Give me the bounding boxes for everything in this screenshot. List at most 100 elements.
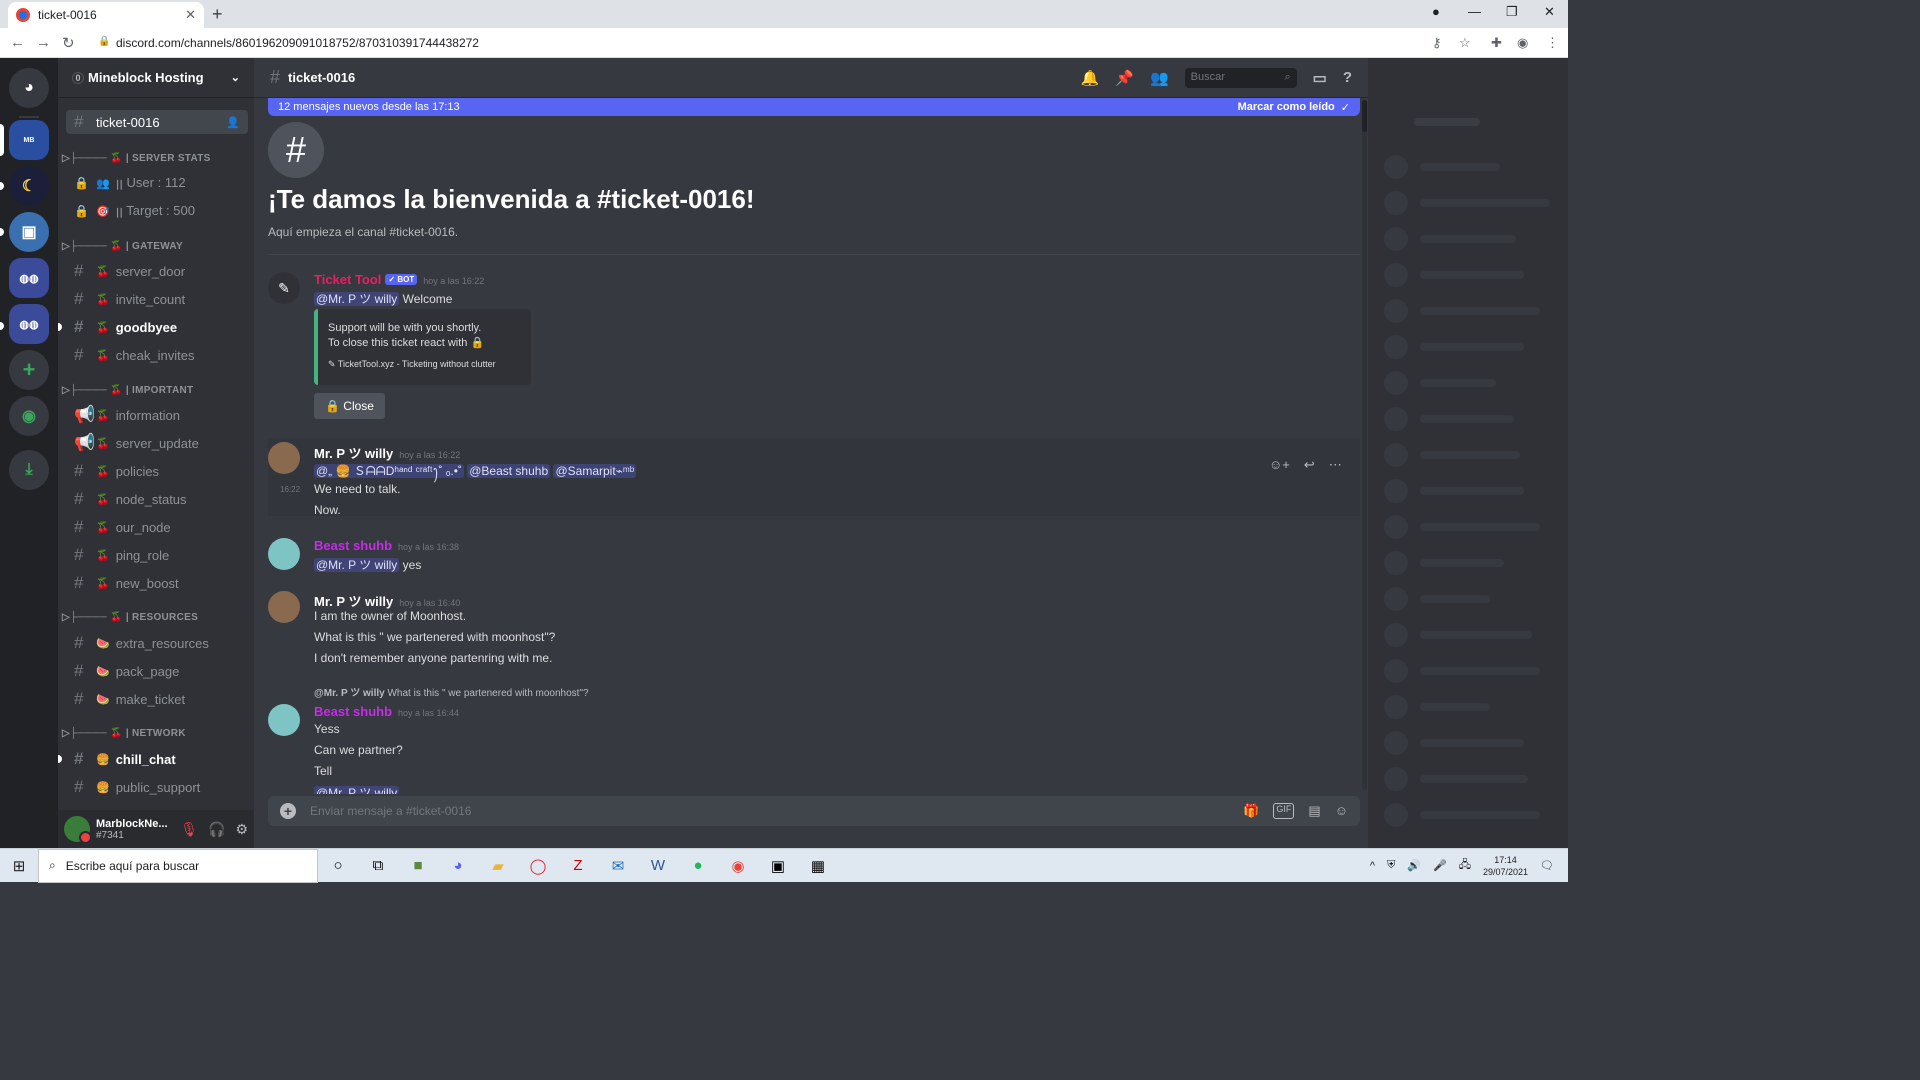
reply-preview[interactable]: @Mr. P ツ willy What is this " we partene… [314, 684, 589, 699]
scrollbar-thumb[interactable] [1362, 100, 1367, 132]
message-author[interactable]: Mr. P ツ willy hoy a las 16:40 [314, 591, 460, 610]
channel-item[interactable]: # 🍒 invite_count [66, 287, 248, 311]
explore-servers-icon[interactable]: ◉ [9, 396, 49, 436]
channel-item[interactable]: # 🍉 extra_resources [66, 631, 248, 655]
bell-icon[interactable]: 🔔 [1081, 69, 1100, 87]
channel-item[interactable]: # 🍉 pack_page [66, 659, 248, 683]
word-icon[interactable]: W [638, 849, 678, 883]
user-mention[interactable]: @Mr. P ツ willy [314, 786, 400, 794]
forward-icon[interactable]: → [36, 34, 51, 51]
reply-icon[interactable]: ↩ [1304, 457, 1315, 473]
server-icon-cube[interactable]: ▣ [9, 212, 49, 252]
notifications-icon[interactable]: 🗨 [1540, 859, 1554, 872]
browser-tab[interactable]: ticket-0016 ✕ [8, 2, 204, 28]
sticker-icon[interactable]: ▤ [1308, 803, 1320, 819]
volume-icon[interactable]: 🔊 [1407, 859, 1421, 872]
category-gateway[interactable]: ▷├──── 🍒 | GATEWAY [62, 241, 248, 252]
extensions-icon[interactable]: ✚ [1491, 35, 1502, 51]
taskbar-search[interactable]: ⌕ Escribe aquí para buscar [38, 848, 318, 883]
channel-item[interactable]: # 🍒 cheak_invites [66, 343, 248, 367]
headphones-icon[interactable]: 🎧 [208, 821, 225, 838]
user-mention[interactable]: @Samarpit⌁ᵐᵇ [553, 464, 637, 478]
message-author[interactable]: Beast shuhb hoy a las 16:44 [314, 704, 459, 719]
category-resources[interactable]: ▷├──── 🍒 | RESOURCES [62, 612, 248, 623]
user-mention[interactable]: @Mr. P ツ willy [314, 292, 400, 306]
task-view-icon[interactable]: ⧉ [358, 849, 398, 883]
members-icon[interactable]: 👥 [1150, 69, 1169, 87]
add-reaction-icon[interactable]: ☺+ [1269, 457, 1290, 473]
download-apps-icon[interactable]: ⤓ [9, 450, 49, 490]
server-folder-2[interactable]: ◍◍ [9, 304, 49, 344]
gear-icon[interactable]: ⚙ [235, 821, 248, 838]
close-ticket-button[interactable]: 🔒 Close [314, 393, 385, 419]
server-icon-moonhost[interactable]: ☾ [9, 166, 49, 206]
channel-item[interactable]: 📢 🍒 information [66, 403, 248, 427]
help-icon[interactable]: ? [1343, 69, 1352, 86]
chat-scrollbar[interactable] [1362, 100, 1367, 790]
category-network[interactable]: ▷├──── 🍒 | NETWORK [62, 728, 248, 739]
gift-icon[interactable]: 🎁 [1243, 803, 1259, 819]
channel-active[interactable]: # ticket-0016 👤 [66, 110, 248, 134]
network-icon[interactable]: 🖧 [1459, 856, 1471, 875]
ticket-tool-avatar[interactable]: ✎ [268, 272, 300, 304]
key-icon[interactable]: ⚷ [1432, 35, 1442, 51]
close-window-icon[interactable]: ✕ [1544, 4, 1555, 20]
windows-start-icon[interactable]: ⊞ [0, 857, 38, 875]
server-icon-mineblock[interactable]: MB [9, 120, 49, 160]
user-mention[interactable]: @Beast shuhb [467, 464, 551, 478]
message-input[interactable]: + Enviar mensaje a #ticket-0016 🎁 GIF ▤ … [268, 796, 1360, 826]
avatar-icon[interactable]: ◉ [1517, 35, 1528, 51]
channel-item[interactable]: # 🍉 make_ticket [66, 687, 248, 711]
discord-home-icon[interactable]: ◕ [9, 68, 49, 108]
user-mention[interactable]: @Mr. P ツ willy [314, 558, 400, 572]
gif-button[interactable]: GIF [1273, 803, 1295, 819]
category-server-stats[interactable]: ▷├──── 🍒 | SERVER STATS [62, 153, 248, 164]
reload-icon[interactable]: ↻ [62, 34, 75, 52]
avatar[interactable] [64, 816, 92, 844]
avatar[interactable] [268, 538, 300, 570]
monitor-app-icon[interactable]: ▦ [798, 849, 838, 883]
channel-item[interactable]: 📢 🍒 server_update [66, 431, 248, 455]
chevron-up-icon[interactable]: ^ [1370, 860, 1375, 872]
avatar[interactable] [268, 442, 300, 474]
channel-item[interactable]: # 🍒 goodbyee [66, 315, 248, 339]
server-header[interactable]: 0 Mineblock Hosting ⌄ [58, 58, 254, 98]
chrome-icon[interactable]: ◉ [718, 849, 758, 883]
new-tab-button[interactable]: + [212, 4, 223, 25]
channel-item[interactable]: # 🍔 chill_chat [66, 747, 248, 771]
attach-plus-icon[interactable]: + [280, 803, 296, 819]
message-author[interactable]: Ticket Tool ✓ BOT hoy a las 16:22 [314, 272, 484, 287]
channel-item[interactable]: # 🍔 public_support [66, 775, 248, 799]
mute-mic-icon[interactable]: 🎙 [180, 821, 198, 838]
minecraft-icon[interactable]: ■ [398, 849, 438, 883]
mail-icon[interactable]: ✉ [598, 849, 638, 883]
new-messages-bar[interactable]: 12 mensajes nuevos desde las 17:13 Marca… [268, 98, 1360, 116]
channel-item[interactable]: 🔒 🎯 ꞁꞁ Target : 500 [66, 199, 248, 223]
channel-item[interactable]: # 🍒 policies [66, 459, 248, 483]
message-author[interactable]: Beast shuhb hoy a las 16:38 [314, 538, 459, 553]
profile-icon[interactable]: ● [1432, 4, 1440, 19]
filezilla-icon[interactable]: Z [558, 849, 598, 883]
channel-item[interactable]: # 🍒 ping_role [66, 543, 248, 567]
more-icon[interactable]: ⋯ [1329, 457, 1342, 473]
category-important[interactable]: ▷├──── 🍒 | IMPORTANT [62, 385, 248, 396]
address-bar[interactable]: 🔒 discord.com/channels/86019620909101875… [88, 31, 1484, 55]
add-server-icon[interactable]: + [9, 350, 49, 390]
invite-icon[interactable]: 👤 [226, 116, 240, 129]
channel-item[interactable]: # 🍒 our_node [66, 515, 248, 539]
clock[interactable]: 17:14 29/07/2021 [1483, 854, 1528, 878]
avatar[interactable] [268, 704, 300, 736]
file-explorer-icon[interactable]: ▰ [478, 849, 518, 883]
back-icon[interactable]: ← [10, 34, 25, 51]
restore-icon[interactable]: ❐ [1506, 4, 1518, 20]
close-tab-icon[interactable]: ✕ [185, 7, 196, 23]
mark-as-read-button[interactable]: Marcar como leído [1238, 101, 1335, 113]
pin-icon[interactable]: 📌 [1115, 69, 1134, 87]
minimize-icon[interactable]: — [1468, 4, 1481, 19]
star-icon[interactable]: ☆ [1459, 35, 1471, 51]
spotify-icon[interactable]: ● [678, 849, 718, 883]
opera-icon[interactable]: ◯ [518, 849, 558, 883]
microphone-icon[interactable]: 🎤 [1433, 859, 1447, 872]
channel-item[interactable]: # 🍒 node_status [66, 487, 248, 511]
server-folder-1[interactable]: ◍◍ [9, 258, 49, 298]
